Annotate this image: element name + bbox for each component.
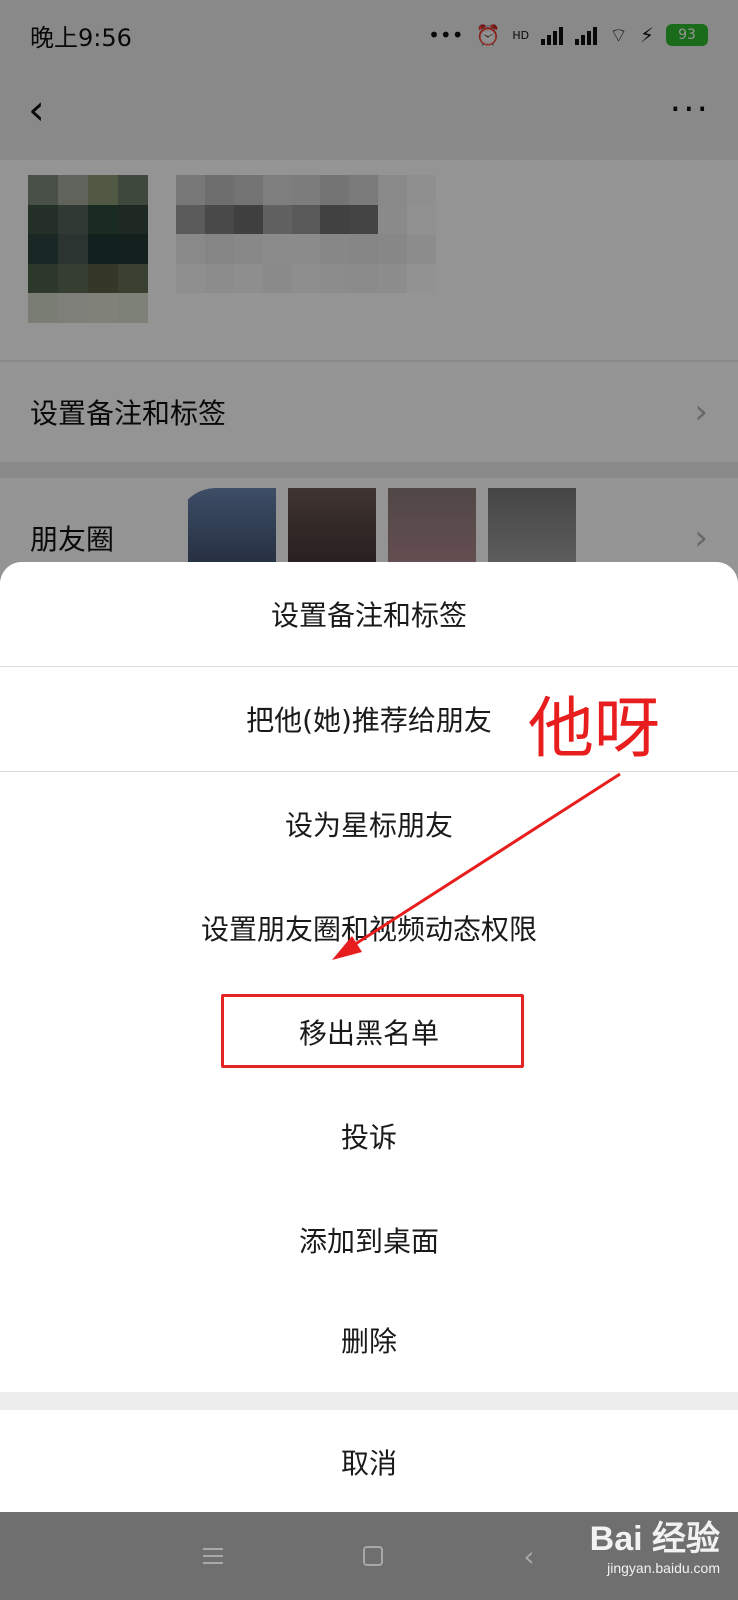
back-nav-icon[interactable]: ‹ [523,1540,534,1573]
annotation-text: 他呀 [528,690,660,767]
watermark-main: Bai 经验 [589,1520,720,1558]
sheet-gap [0,1392,738,1410]
home-icon[interactable] [363,1546,384,1566]
watermark: Bai 经验 jingyan.baidu.com [590,1522,720,1576]
sheet-item-star-friend[interactable]: 设为星标朋友 [0,772,738,876]
menu-icon[interactable] [203,1548,224,1564]
sheet-item-delete[interactable]: 删除 [0,1288,738,1392]
sheet-item-report[interactable]: 投诉 [0,1084,738,1188]
sheet-item-add-to-desktop[interactable]: 添加到桌面 [0,1188,738,1292]
sheet-item-remark-tags[interactable]: 设置备注和标签 [0,562,738,666]
sheet-item-remove-blacklist[interactable]: 移出黑名单 [0,980,738,1084]
watermark-sub: jingyan.baidu.com [607,1560,720,1576]
sheet-item-moments-permission[interactable]: 设置朋友圈和视频动态权限 [0,876,738,980]
cancel-button[interactable]: 取消 [0,1410,738,1512]
